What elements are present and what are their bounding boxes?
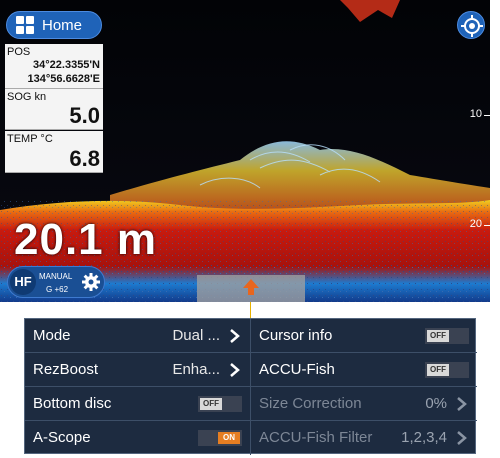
sonar-settings-menu: Mode Dual ... RezBoost Enha... Bottom di… — [24, 318, 477, 455]
chevron-right-icon — [230, 329, 240, 343]
sog-value: 5.0 — [69, 103, 100, 128]
longitude-value: 134°56.6628'E — [27, 73, 100, 85]
depth-readout: 20.1 m — [14, 215, 157, 264]
toggle-state: OFF — [200, 398, 222, 410]
sonar-mode-button[interactable]: HF MANUAL G +62 — [7, 266, 105, 298]
menu-item-label: Size Correction — [259, 395, 362, 412]
menu-item-value: Dual ... — [172, 327, 220, 344]
menu-item-a-scope[interactable]: A-Scope ON — [25, 421, 251, 455]
depth-scale-tick: 20 — [469, 218, 490, 230]
arrow-up-icon — [243, 279, 259, 295]
home-button[interactable]: Home — [6, 11, 102, 39]
temperature-panel: TEMP °C 6.8 — [5, 131, 103, 173]
toggle-state: OFF — [427, 364, 449, 376]
position-panel: POS 34°22.3355'N 134°56.6628'E — [5, 44, 103, 89]
a-scope-toggle[interactable]: ON — [198, 430, 242, 446]
chevron-right-icon — [457, 431, 467, 445]
chevron-right-icon — [457, 397, 467, 411]
menu-item-label: ACCU-Fish Filter — [259, 429, 373, 446]
bottom-disc-toggle[interactable]: OFF — [198, 396, 242, 412]
home-grid-icon — [16, 16, 34, 34]
menu-item-label: Mode — [33, 327, 71, 344]
menu-drag-handle[interactable] — [197, 275, 305, 302]
cursor-info-toggle[interactable]: OFF — [425, 328, 469, 344]
sonar-echogram[interactable]: Home POS 34°22.3355'N 134°56.6628'E SOG … — [0, 0, 490, 302]
menu-item-label: ACCU-Fish — [259, 361, 335, 378]
menu-item-accu-fish[interactable]: ACCU-Fish OFF — [251, 353, 477, 387]
position-caption: POS — [7, 46, 31, 58]
accu-fish-toggle[interactable]: OFF — [425, 362, 469, 378]
gain-mode-label: MANUAL — [39, 272, 73, 281]
menu-item-value: 1,2,3,4 — [401, 429, 447, 446]
toggle-state: OFF — [427, 330, 449, 342]
menu-item-size-correction[interactable]: Size Correction 0% — [251, 387, 477, 421]
menu-item-value: Enha... — [172, 361, 220, 378]
menu-item-label: RezBoost — [33, 361, 99, 378]
gain-value: G +62 — [46, 285, 69, 294]
menu-item-label: Cursor info — [259, 327, 333, 344]
menu-item-cursor-info[interactable]: Cursor info OFF — [251, 319, 477, 353]
gps-center-button[interactable] — [457, 11, 485, 39]
drag-connector — [250, 302, 251, 318]
home-button-label: Home — [42, 16, 83, 34]
menu-item-rezboost[interactable]: RezBoost Enha... — [25, 353, 251, 387]
latitude-value: 34°22.3355'N — [33, 59, 100, 71]
menu-item-label: A-Scope — [33, 429, 91, 446]
chevron-right-icon — [230, 363, 240, 377]
menu-item-label: Bottom disc — [33, 395, 112, 412]
temperature-caption: TEMP °C — [7, 133, 53, 145]
menu-item-bottom-disc[interactable]: Bottom disc OFF — [25, 387, 251, 421]
gear-icon[interactable] — [80, 271, 102, 293]
sog-caption: SOG kn — [7, 91, 47, 103]
menu-item-mode[interactable]: Mode Dual ... — [25, 319, 251, 353]
menu-item-value: 0% — [425, 395, 447, 412]
temperature-value: 6.8 — [69, 146, 100, 171]
sog-panel: SOG kn 5.0 — [5, 89, 103, 130]
menu-item-accu-fish-filter[interactable]: ACCU-Fish Filter 1,2,3,4 — [251, 421, 477, 455]
depth-scale-tick: 10 — [469, 108, 490, 120]
frequency-badge: HF — [10, 269, 36, 295]
fishfinder-screen: Home POS 34°22.3355'N 134°56.6628'E SOG … — [0, 0, 500, 458]
crosshair-icon — [461, 15, 483, 37]
toggle-state: ON — [218, 432, 240, 444]
